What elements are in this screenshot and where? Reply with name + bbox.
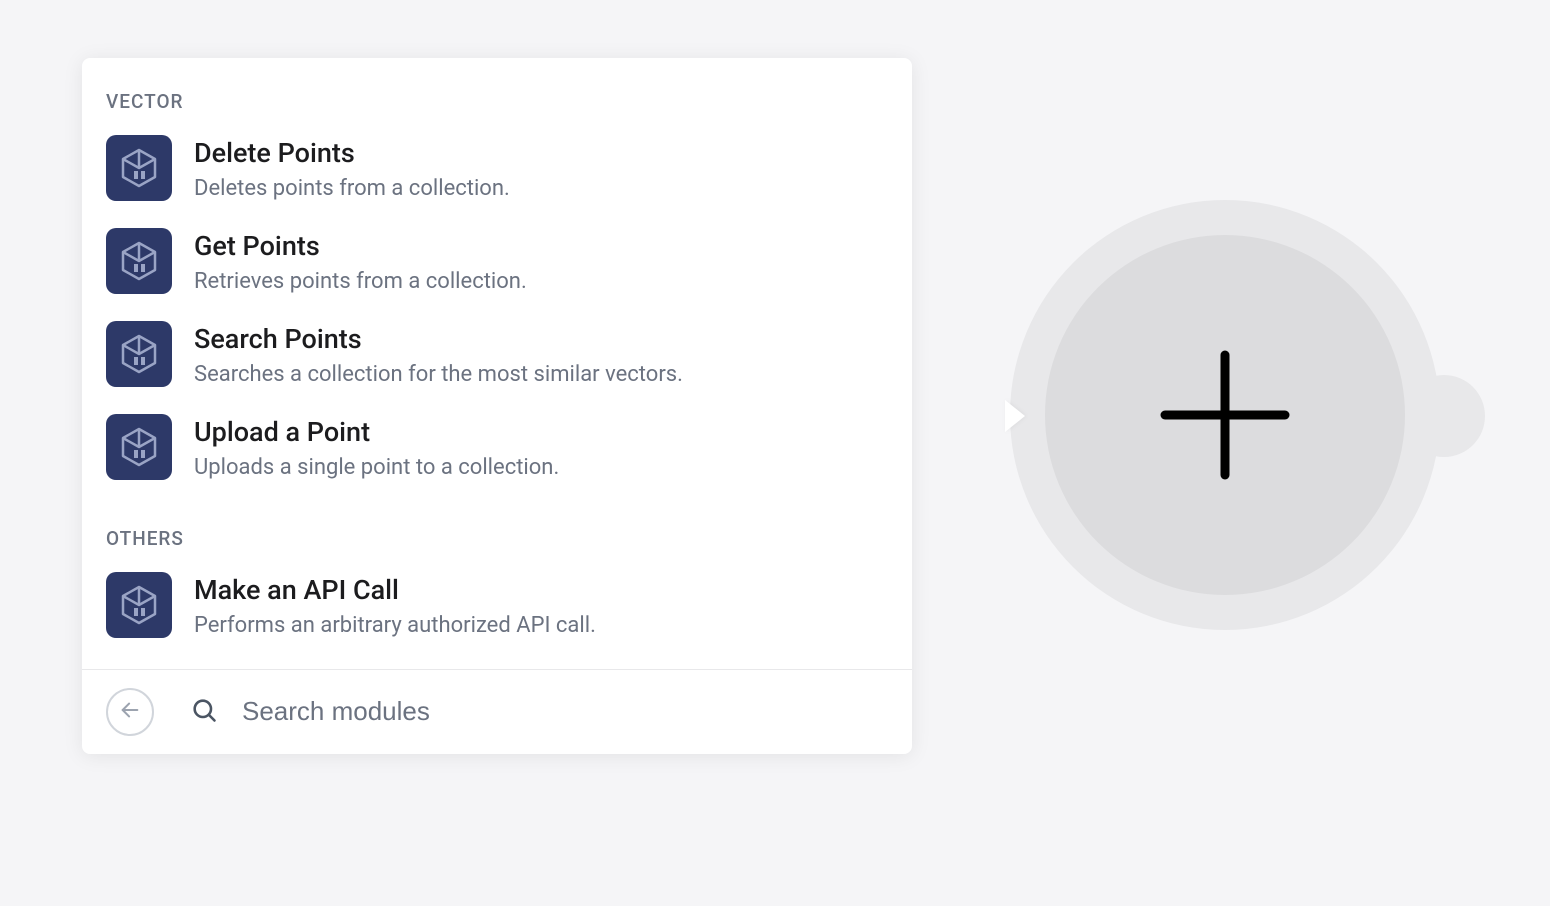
- module-desc: Retrieves points from a collection.: [194, 268, 527, 297]
- app-icon: [106, 414, 172, 480]
- app-icon: [106, 228, 172, 294]
- search-input[interactable]: [242, 696, 888, 727]
- section-header-vector: VECTOR: [82, 82, 912, 123]
- module-desc: Performs an arbitrary authorized API cal…: [194, 612, 596, 641]
- app-icon: [106, 321, 172, 387]
- module-title: Upload a Point: [194, 416, 559, 448]
- module-item-delete-points[interactable]: Delete Points Deletes points from a coll…: [82, 123, 912, 216]
- module-desc: Deletes points from a collection.: [194, 175, 510, 204]
- module-item-upload-a-point[interactable]: Upload a Point Uploads a single point to…: [82, 402, 912, 495]
- module-item-make-api-call[interactable]: Make an API Call Performs an arbitrary a…: [82, 560, 912, 653]
- add-node-outer: [1010, 200, 1440, 630]
- search-icon: [190, 696, 218, 728]
- module-picker-popup: VECTOR Delete Points Deletes points from…: [82, 58, 912, 754]
- module-title: Make an API Call: [194, 574, 596, 606]
- module-title: Search Points: [194, 323, 683, 355]
- module-item-get-points[interactable]: Get Points Retrieves points from a colle…: [82, 216, 912, 309]
- back-button[interactable]: [106, 688, 154, 736]
- add-module-button[interactable]: [1045, 235, 1405, 595]
- module-title: Delete Points: [194, 137, 510, 169]
- plus-icon: [1155, 345, 1295, 485]
- module-desc: Uploads a single point to a collection.: [194, 454, 559, 483]
- module-item-search-points[interactable]: Search Points Searches a collection for …: [82, 309, 912, 402]
- arrow-left-icon: [119, 699, 141, 725]
- app-icon: [106, 572, 172, 638]
- app-icon: [106, 135, 172, 201]
- module-desc: Searches a collection for the most simil…: [194, 361, 683, 390]
- popup-connector-arrow: [1005, 400, 1025, 432]
- section-header-others: OTHERS: [82, 519, 912, 560]
- module-title: Get Points: [194, 230, 527, 262]
